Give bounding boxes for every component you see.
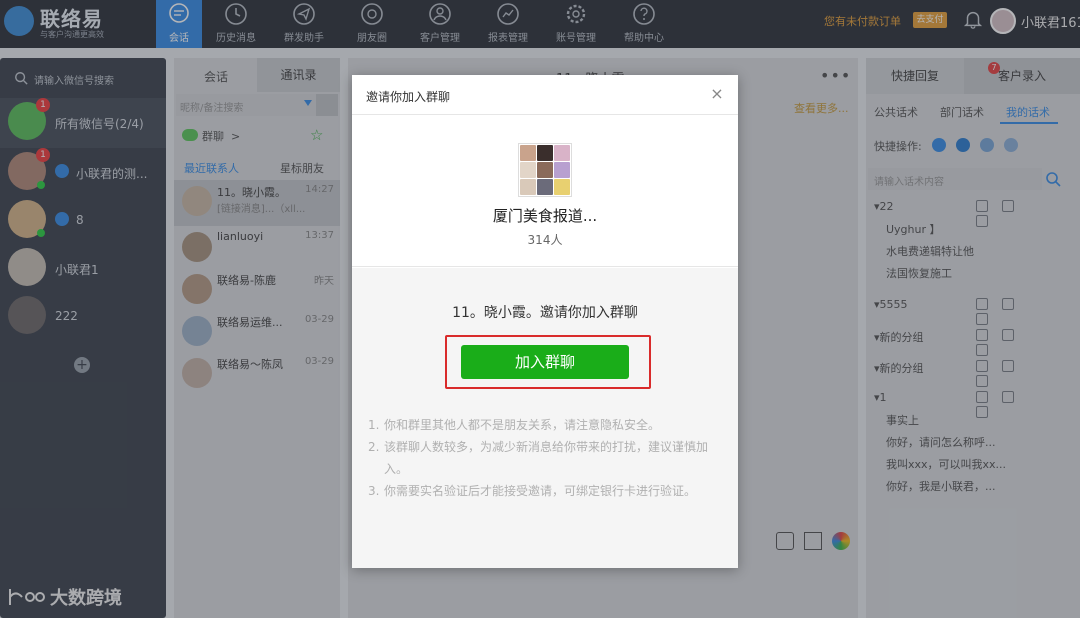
notice-list: 1. 你和群里其他人都不是朋友关系，请注意隐私安全。 2. 该群聊人数较多，为减少新…	[368, 414, 728, 502]
notice-item: 1. 你和群里其他人都不是朋友关系，请注意隐私安全。	[368, 414, 728, 436]
group-name: 厦门美食报道...	[492, 207, 598, 225]
notice-text: 该群聊人数较多，为减少新消息给你带来的打扰，建议谨慎加入。	[384, 440, 709, 476]
group-avatar	[518, 143, 572, 197]
notice-text: 你需要实名验证后才能接受邀请，可绑定银行卡进行验证。	[384, 484, 697, 498]
notice-number: 2.	[368, 440, 380, 454]
group-invite-dialog: 邀请你加入群聊 × 厦门美食报道... 314人 11。晓小霞。邀请你加入群聊 …	[352, 75, 738, 568]
close-icon[interactable]: ×	[708, 85, 726, 103]
dialog-body: 11。晓小霞。邀请你加入群聊 加入群聊 1. 你和群里其他人都不是朋友关系，请注意…	[352, 268, 738, 568]
dialog-title: 邀请你加入群聊	[366, 90, 451, 104]
notice-number: 1.	[368, 418, 380, 432]
invite-message: 11。晓小霞。邀请你加入群聊	[452, 305, 638, 321]
group-member-count: 314人	[527, 233, 563, 247]
notice-item: 2. 该群聊人数较多，为减少新消息给你带来的打扰，建议谨慎加入。	[368, 436, 728, 480]
notice-text: 你和群里其他人都不是朋友关系，请注意隐私安全。	[384, 418, 661, 432]
join-group-button[interactable]: 加入群聊	[461, 345, 629, 379]
notice-number: 3.	[368, 484, 380, 498]
group-info-card: 厦门美食报道... 314人	[352, 115, 738, 267]
dialog-header: 邀请你加入群聊 ×	[352, 75, 738, 115]
notice-item: 3. 你需要实名验证后才能接受邀请，可绑定银行卡进行验证。	[368, 480, 728, 502]
